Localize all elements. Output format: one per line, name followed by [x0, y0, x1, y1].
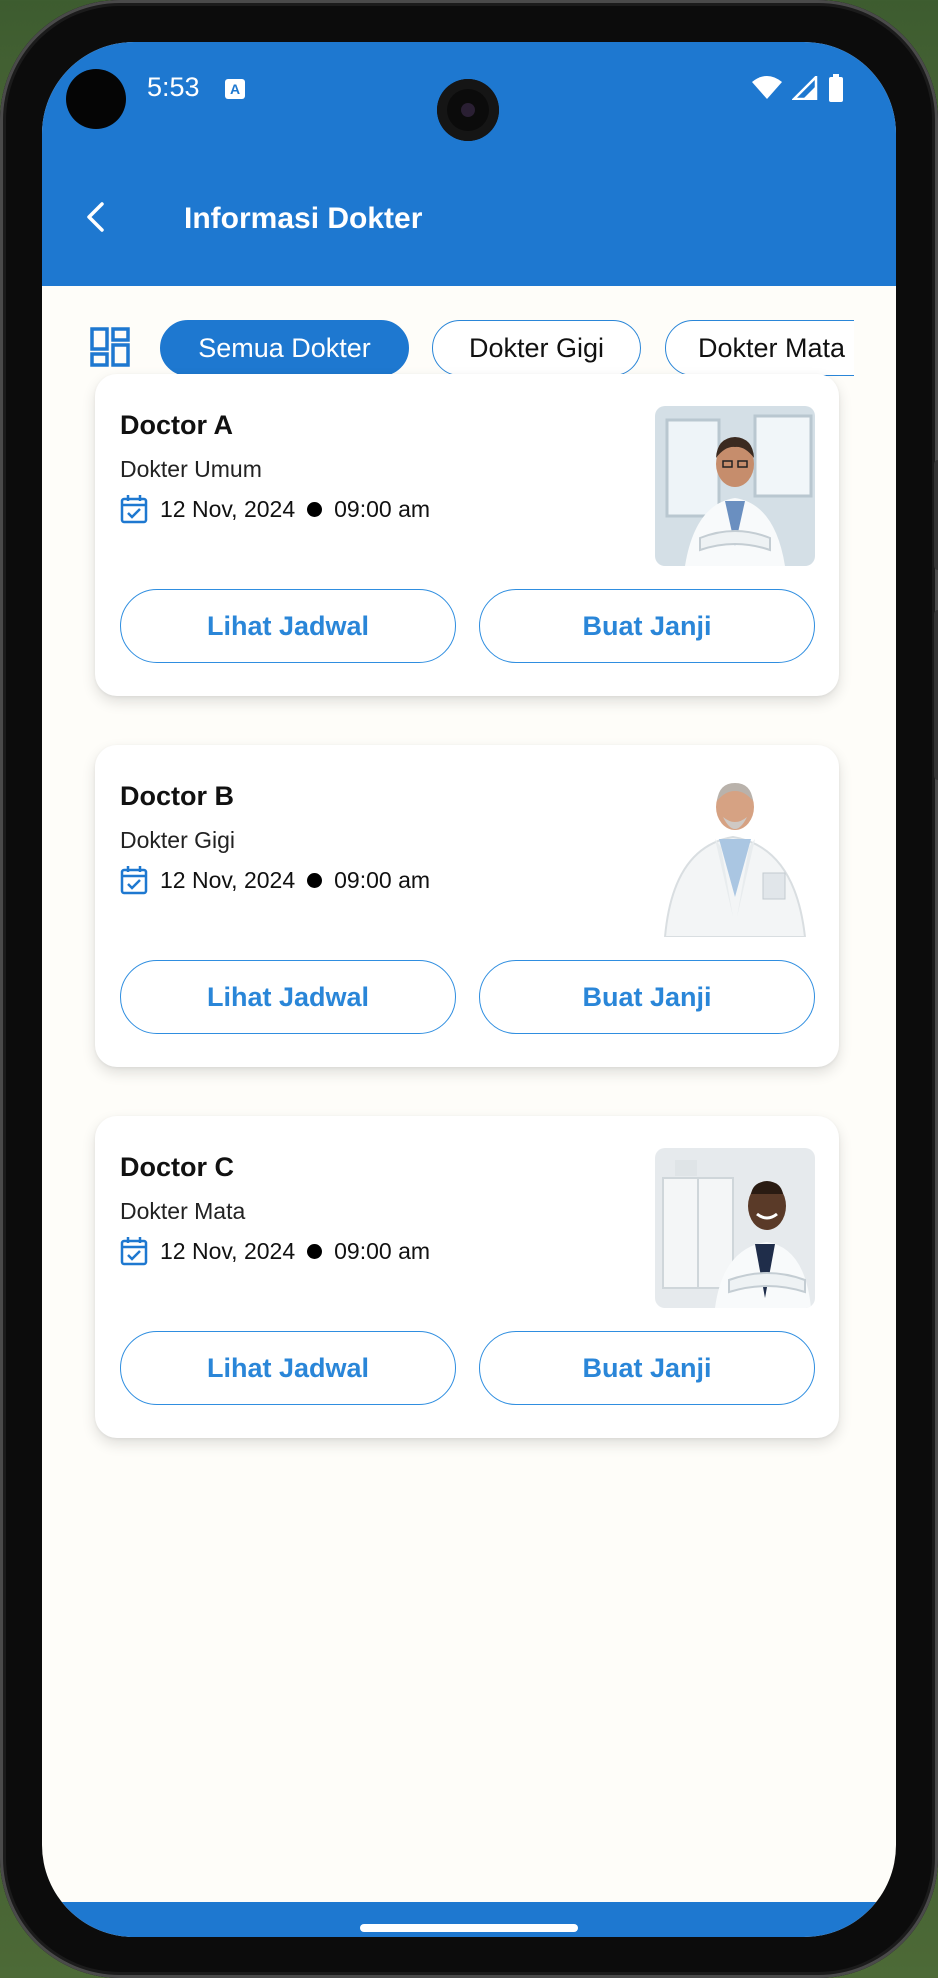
calendar-check-icon [120, 495, 148, 524]
appointment-time: 09:00 am [334, 495, 431, 522]
view-schedule-button[interactable]: Lihat Jadwal [120, 1331, 456, 1405]
status-time: 5:53 [147, 72, 200, 102]
status-bar: 5:53 A [42, 42, 896, 152]
chevron-left-icon [87, 202, 104, 232]
wifi-icon [752, 76, 782, 99]
view-schedule-button[interactable]: Lihat Jadwal [120, 589, 456, 663]
page-title: Informasi Dokter [184, 202, 423, 235]
make-appointment-button[interactable]: Buat Janji [479, 589, 815, 663]
doctor-specialty: Dokter Mata [120, 1198, 246, 1224]
volume-button [934, 460, 938, 570]
app-bar: Informasi Dokter [42, 152, 896, 286]
separator-dot [307, 872, 323, 888]
dashboard-grid-icon[interactable] [90, 327, 130, 372]
separator-dot [307, 501, 323, 517]
doctor-name: Doctor B [120, 781, 234, 811]
doctor-photo [655, 777, 815, 937]
a-icon: A [225, 79, 245, 99]
make-appointment-button[interactable]: Buat Janji [479, 1331, 815, 1405]
front-camera [437, 79, 499, 141]
appointment-date: 12 Nov, 2024 [160, 1237, 296, 1264]
doctor-name: Doctor A [120, 410, 233, 440]
chip-semua-dokter[interactable]: Semua Dokter [160, 320, 409, 376]
appointment-time: 09:00 am [334, 1237, 431, 1264]
signal-icon [792, 76, 818, 100]
view-schedule-button[interactable]: Lihat Jadwal [120, 960, 456, 1034]
doctor-schedule: 12 Nov, 2024 09:00 am [120, 1236, 430, 1266]
back-button[interactable] [62, 182, 132, 252]
doctor-schedule: 12 Nov, 2024 09:00 am [120, 494, 430, 524]
doctor-card: Doctor B Dokter Gigi 12 Nov, 2024 09:00 … [95, 745, 839, 1067]
app-screen: 5:53 A Informasi Dokter Semua Dokter Dok… [42, 42, 896, 1937]
power-button [934, 610, 938, 780]
doctor-photo [655, 406, 815, 566]
make-appointment-button[interactable]: Buat Janji [479, 960, 815, 1034]
chip-dokter-gigi[interactable]: Dokter Gigi [432, 320, 641, 376]
punch-hole [66, 69, 126, 129]
system-icons [752, 74, 844, 102]
doctor-specialty: Dokter Gigi [120, 827, 236, 853]
doctor-name: Doctor C [120, 1152, 234, 1182]
doctor-card: Doctor A Dokter Umum 12 Nov, 2024 09:00 … [95, 374, 839, 696]
doctor-card: Doctor C Dokter Mata 12 Nov, 2024 09:00 … [95, 1116, 839, 1438]
phone-frame: 5:53 A Informasi Dokter Semua Dokter Dok… [0, 0, 938, 1978]
doctor-photo [655, 1148, 815, 1308]
separator-dot [307, 1243, 323, 1259]
calendar-check-icon [120, 866, 148, 895]
appointment-date: 12 Nov, 2024 [160, 495, 296, 522]
home-indicator[interactable] [360, 1924, 578, 1932]
appointment-date: 12 Nov, 2024 [160, 866, 296, 893]
battery-icon [829, 74, 843, 102]
appointment-time: 09:00 am [334, 866, 431, 893]
doctor-schedule: 12 Nov, 2024 09:00 am [120, 865, 430, 895]
chip-dokter-mata[interactable]: Dokter Mata [665, 320, 854, 376]
calendar-check-icon [120, 1237, 148, 1266]
doctor-specialty: Dokter Umum [120, 456, 262, 482]
